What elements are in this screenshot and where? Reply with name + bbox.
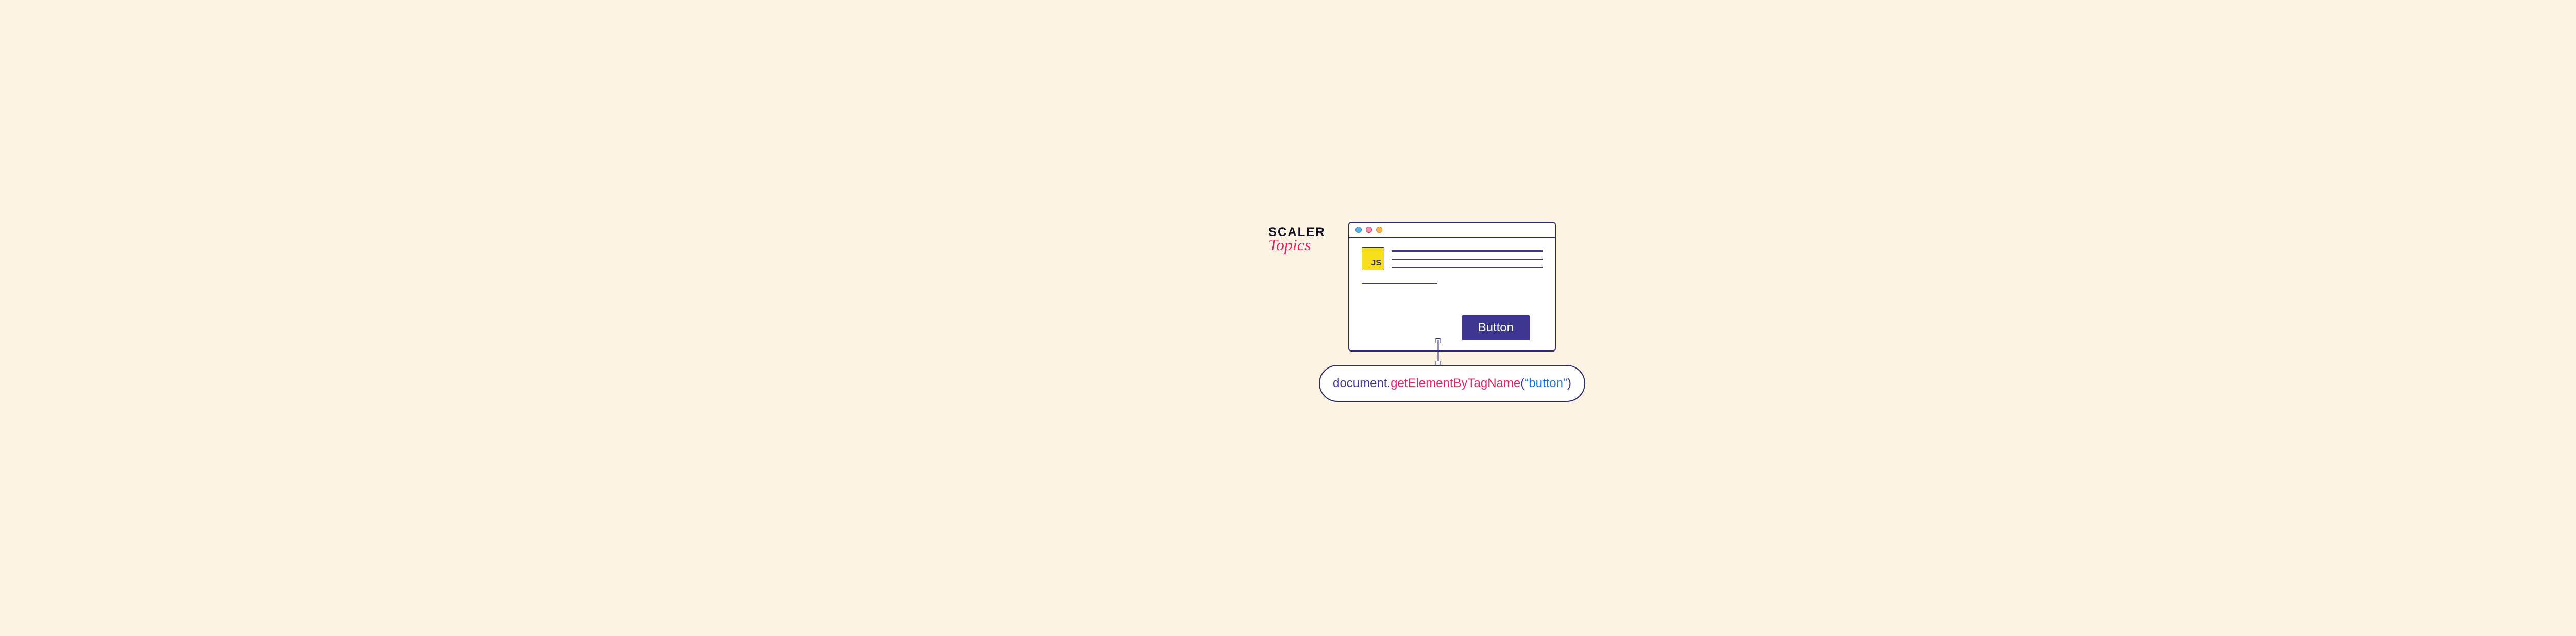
browser-content: JS Button [1349, 238, 1555, 350]
text-line [1362, 283, 1437, 284]
connector-line [1437, 340, 1438, 363]
maximize-icon[interactable] [1376, 227, 1382, 233]
code-close-paren: ) [1567, 376, 1571, 391]
scaler-topics-logo: SCALER Topics [1268, 225, 1326, 255]
text-line [1392, 267, 1543, 268]
js-badge-text: JS [1371, 259, 1381, 268]
code-argument: “button” [1524, 376, 1567, 391]
text-line [1392, 259, 1543, 260]
browser-window: JS Button [1348, 222, 1556, 352]
js-badge: JS [1362, 247, 1384, 270]
code-snippet: document.getElementByTagName(“button”) [1319, 365, 1585, 402]
minimize-icon[interactable] [1366, 227, 1372, 233]
text-line [1392, 250, 1543, 252]
code-open-paren: ( [1520, 376, 1524, 391]
content-lines [1392, 250, 1543, 292]
code-object: document [1333, 376, 1387, 391]
code-dot: . [1387, 376, 1391, 391]
example-button[interactable]: Button [1462, 315, 1530, 340]
browser-titlebar [1349, 223, 1555, 238]
close-icon[interactable] [1355, 227, 1362, 233]
code-method: getElementByTagName [1391, 376, 1520, 391]
